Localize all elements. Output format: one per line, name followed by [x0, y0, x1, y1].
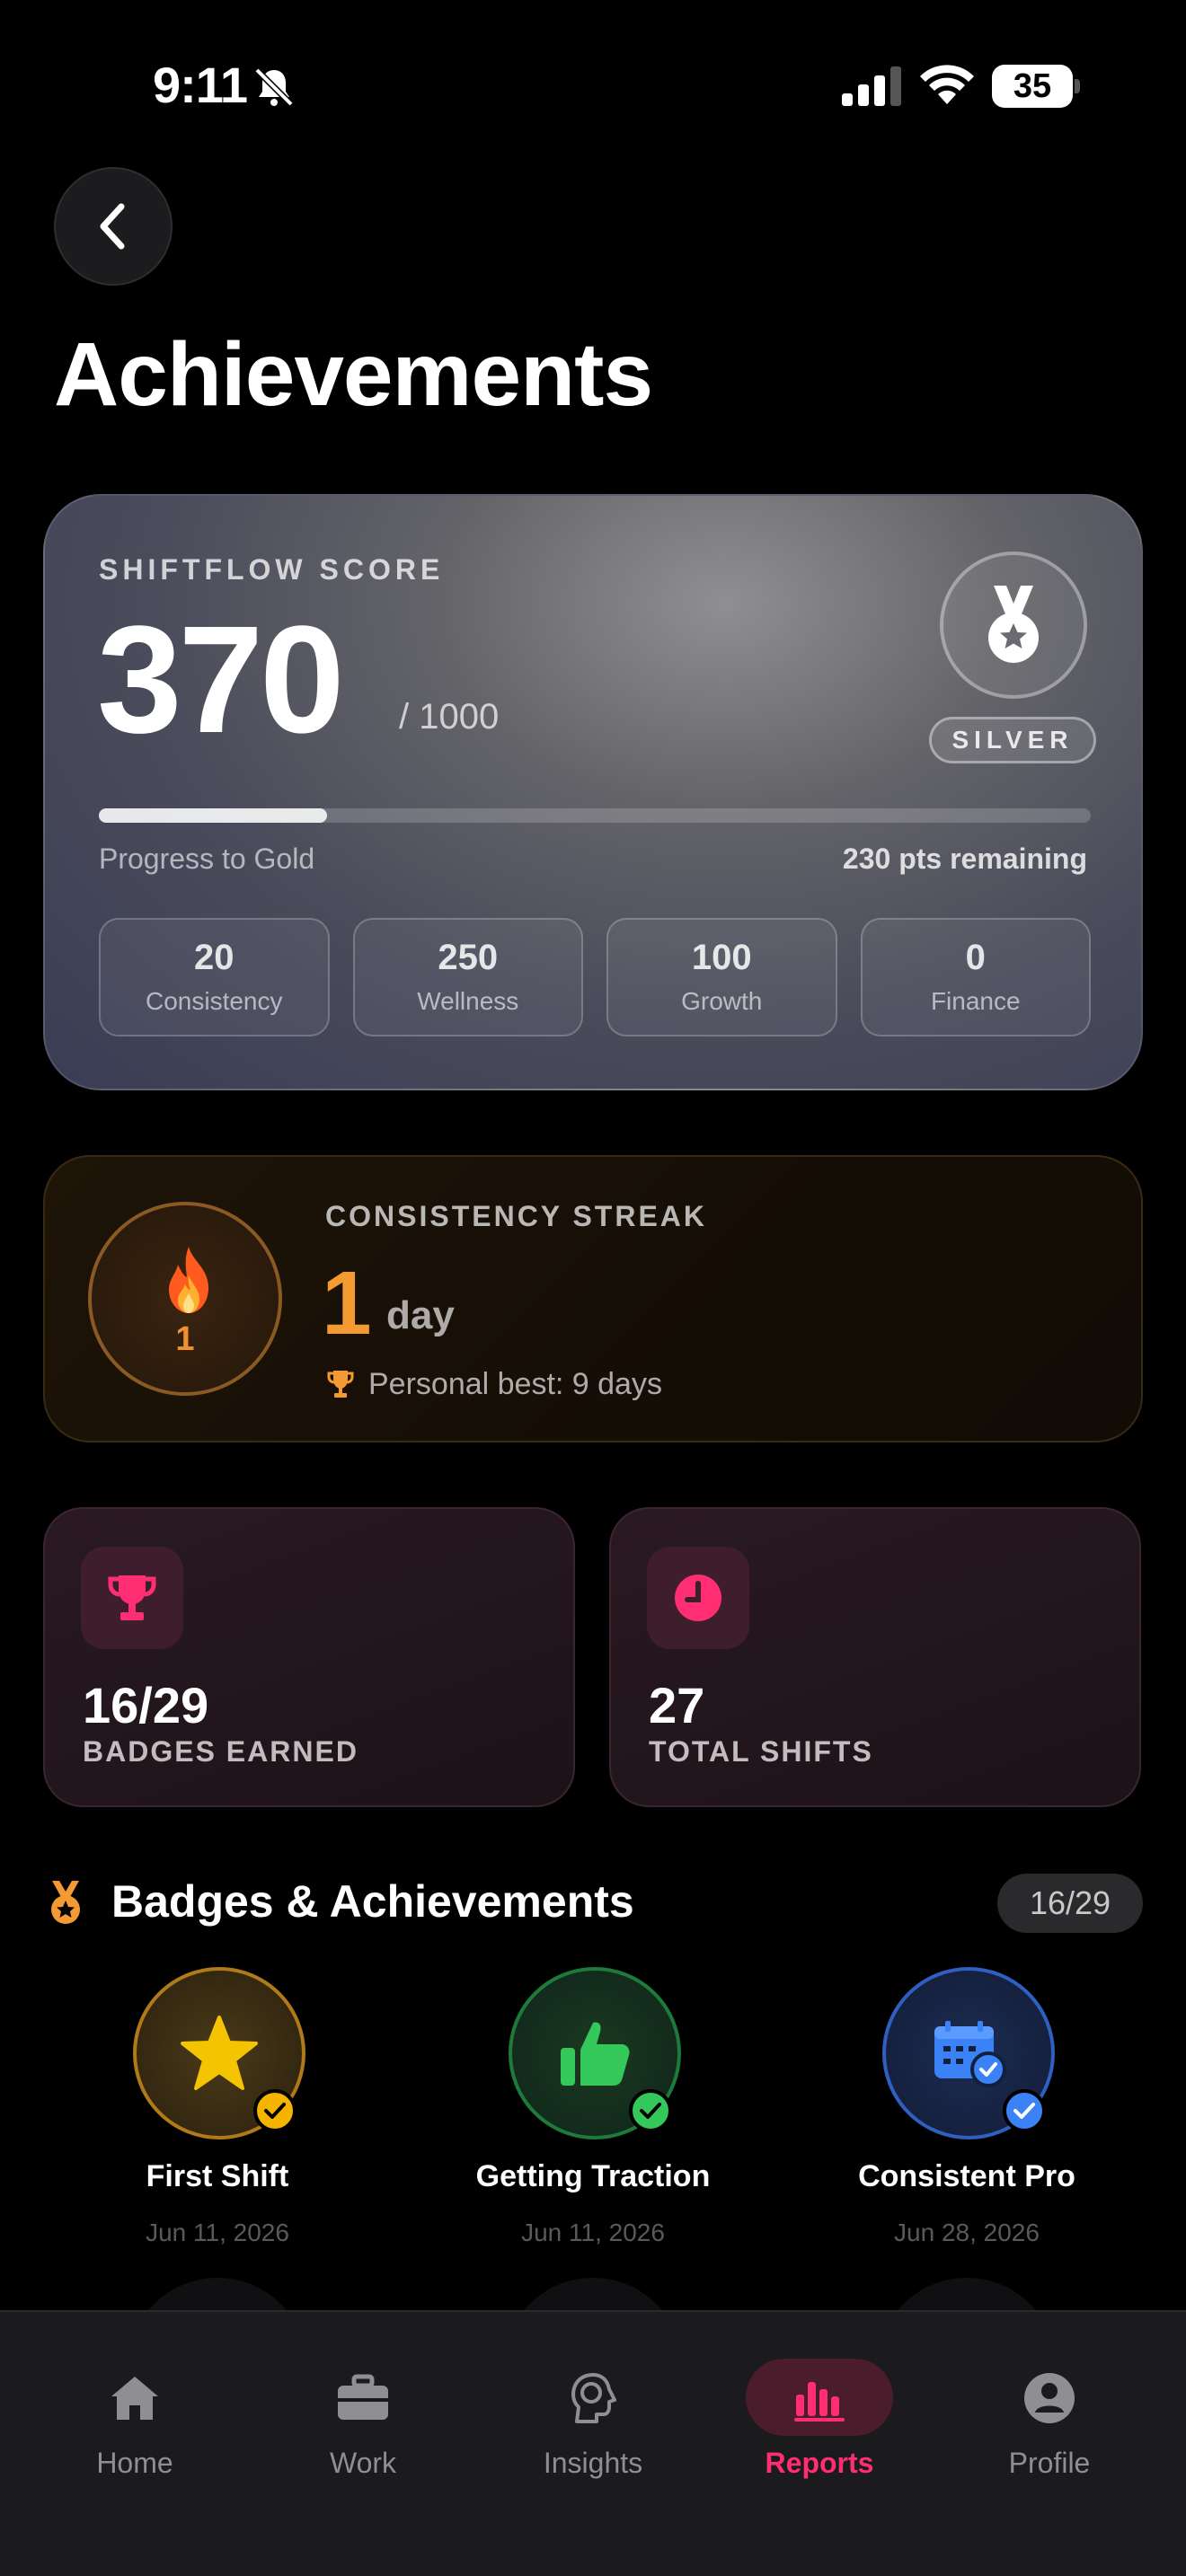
badges-count-pill: 16/29	[997, 1874, 1143, 1933]
badge-first-shift[interactable]: First Shift Jun 11, 2026	[65, 1963, 370, 2251]
category-wellness: 250 Wellness	[352, 918, 583, 1037]
badges-earned-card[interactable]: 16/29 BADGES EARNED	[43, 1507, 575, 1807]
status-time: 9:11	[153, 57, 248, 113]
category-consistency: 20 Consistency	[99, 918, 330, 1037]
tab-label: Work	[329, 2447, 397, 2479]
tier-badge: SILVER	[929, 717, 1096, 763]
streak-ring-number: 1	[175, 1320, 195, 1358]
trophy-icon	[327, 1371, 354, 1398]
progress-label: Progress to Gold	[99, 842, 315, 875]
bell-slash-icon	[254, 67, 294, 107]
home-icon	[111, 2377, 158, 2420]
medal-icon	[988, 586, 1039, 663]
check-icon	[1003, 2089, 1046, 2132]
badge-date: Jun 28, 2026	[894, 2219, 1040, 2246]
streak-unit: day	[386, 1293, 455, 1337]
person-icon	[1024, 2373, 1075, 2423]
tab-home[interactable]: Home	[54, 2351, 216, 2495]
category-value: 0	[965, 938, 986, 977]
score-label: SHIFTFLOW SCORE	[99, 553, 445, 586]
category-value: 250	[438, 938, 499, 977]
badge-name: Getting Traction	[475, 2159, 711, 2193]
badge-getting-traction[interactable]: Getting Traction Jun 11, 2026	[440, 1963, 746, 2251]
stat-icon-box	[81, 1547, 183, 1649]
stat-label: BADGES EARNED	[83, 1735, 358, 1768]
trophy-icon	[108, 1575, 156, 1620]
category-finance: 0 Finance	[860, 918, 1091, 1037]
badge-name: Consistent Pro	[858, 2159, 1075, 2193]
tab-work[interactable]: Work	[282, 2351, 444, 2495]
stat-value: 27	[649, 1677, 705, 1734]
badge-consistent-pro[interactable]: Consistent Pro Jun 28, 2026	[814, 1963, 1120, 2251]
category-value: 100	[691, 938, 752, 977]
stat-value: 16/29	[83, 1677, 209, 1734]
progress-fill	[99, 808, 327, 823]
battery-indicator: 35	[992, 65, 1080, 108]
streak-label: CONSISTENCY STREAK	[325, 1200, 708, 1232]
category-name: Wellness	[417, 987, 519, 1015]
back-button[interactable]	[54, 167, 173, 286]
tab-reports[interactable]: Reports	[739, 2351, 900, 2495]
category-scores: 20 Consistency 250 Wellness 100 Growth 0…	[99, 918, 1091, 1037]
badge-date: Jun 11, 2026	[146, 2219, 289, 2246]
score-card: SHIFTFLOW SCORE 370 / 1000 SILVER Progre…	[43, 494, 1143, 1090]
badge-date: Jun 11, 2026	[521, 2219, 665, 2246]
tab-label: Home	[96, 2447, 173, 2479]
tab-label: Reports	[765, 2447, 874, 2479]
cellular-signal-icon	[842, 66, 901, 106]
tier-medal	[940, 551, 1087, 699]
medal-icon	[51, 1881, 80, 1924]
category-growth: 100 Growth	[606, 918, 837, 1037]
thumbs-up-icon	[561, 2022, 630, 2086]
calendar-check-icon	[934, 2021, 1006, 2087]
category-name: Consistency	[145, 987, 283, 1015]
brain-icon	[571, 2373, 616, 2423]
tab-bar: Home Work Insights Reports Profile	[0, 2310, 1186, 2576]
category-name: Growth	[681, 987, 763, 1015]
personal-best: Personal best: 9 days	[368, 1367, 662, 1401]
badge-name: First Shift	[146, 2159, 289, 2193]
category-value: 20	[194, 938, 235, 977]
tab-profile[interactable]: Profile	[969, 2351, 1130, 2495]
tab-insights[interactable]: Insights	[512, 2351, 674, 2495]
battery-cap	[1075, 79, 1080, 93]
progress-track	[99, 808, 1091, 823]
check-icon	[253, 2089, 296, 2132]
stat-icon-box	[647, 1547, 749, 1649]
star-icon	[181, 2016, 258, 2090]
streak-ring: 1	[88, 1202, 282, 1396]
score-max: / 1000	[399, 697, 500, 737]
page-title: Achievements	[54, 324, 653, 425]
total-shifts-card[interactable]: 27 TOTAL SHIFTS	[609, 1507, 1141, 1807]
wifi-icon	[920, 65, 974, 104]
bar-chart-icon	[794, 2382, 845, 2422]
battery-level: 35	[1013, 67, 1052, 105]
stat-label: TOTAL SHIFTS	[649, 1735, 873, 1768]
check-icon	[629, 2089, 672, 2132]
chevron-left-icon	[100, 203, 125, 250]
category-name: Finance	[930, 987, 1021, 1015]
streak-card: 1 CONSISTENCY STREAK 1 day Personal best…	[43, 1155, 1143, 1442]
briefcase-icon	[338, 2374, 388, 2420]
progress-remaining: 230 pts remaining	[842, 842, 1087, 875]
score-value: 370	[97, 595, 345, 765]
clock-icon	[675, 1575, 721, 1621]
flame-icon	[169, 1247, 208, 1313]
tab-label: Insights	[543, 2447, 643, 2479]
streak-value: 1	[322, 1253, 372, 1354]
status-bar: 9:11 35	[0, 0, 1186, 171]
tab-label: Profile	[1008, 2447, 1091, 2479]
section-title: Badges & Achievements	[111, 1876, 634, 1927]
